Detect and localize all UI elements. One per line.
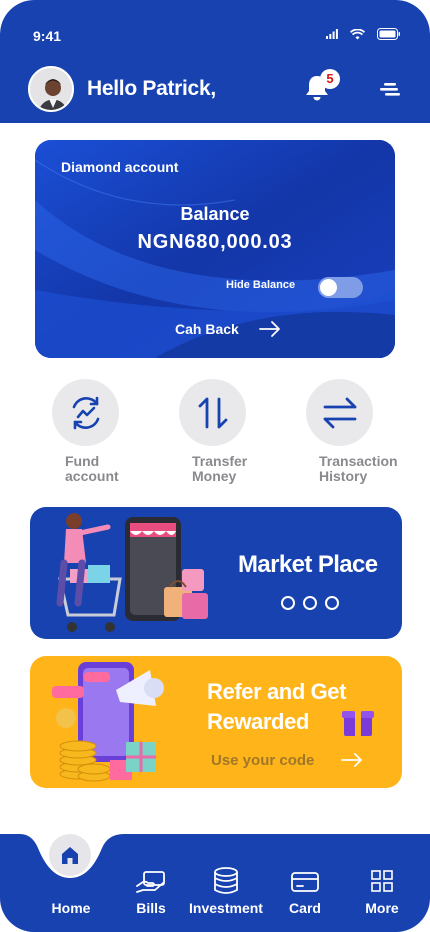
- battery-icon: [377, 28, 400, 40]
- grid-icon: [371, 870, 393, 892]
- balance-label: Balance: [180, 204, 250, 224]
- refer-title: Refer and Get Rewarded: [207, 677, 346, 737]
- fund-account-action[interactable]: Fund account: [52, 379, 162, 484]
- transaction-history-action[interactable]: Transaction History: [306, 379, 416, 484]
- shopping-illustration: [56, 513, 208, 632]
- notification-badge: 5: [320, 69, 340, 89]
- avatar[interactable]: [28, 66, 74, 112]
- carousel-dot[interactable]: [303, 596, 317, 610]
- action-label-line2: account: [65, 468, 119, 484]
- arrow-right-icon[interactable]: [259, 320, 281, 338]
- nav-bills-label: Bills: [136, 900, 166, 916]
- transfer-money-icon-wrap: [179, 379, 246, 446]
- action-label-line1: Transfer: [192, 453, 248, 469]
- arrow-right-icon[interactable]: [341, 752, 363, 768]
- fund-account-icon-wrap: [52, 379, 119, 446]
- greeting-text: Hello Patrick,: [87, 77, 216, 100]
- bottom-nav: Home Bills Investment Card More: [0, 834, 430, 932]
- balance-amount: NGN680,000.03: [137, 231, 293, 253]
- referral-illustration: [52, 662, 164, 782]
- use-code-link[interactable]: Use your code: [211, 752, 314, 769]
- hide-balance-toggle[interactable]: [318, 277, 363, 298]
- carousel-dot[interactable]: [325, 596, 339, 610]
- status-time: 9:41: [33, 28, 62, 44]
- credit-card-icon: [291, 872, 319, 892]
- top-header: 9:41 Hello Patrick, 5: [0, 0, 430, 123]
- hide-balance-label: Hide Balance: [226, 279, 296, 291]
- bill-hand-icon: [136, 871, 165, 893]
- carousel-dot[interactable]: [281, 596, 295, 610]
- refresh-chart-icon: [72, 396, 99, 429]
- market-place-banner[interactable]: Market Place: [30, 507, 402, 639]
- nav-card-label: Card: [289, 900, 321, 916]
- app-screen: 9:41 Hello Patrick, 5 Diamond account Ba…: [0, 0, 430, 932]
- swap-arrows-icon: [323, 397, 356, 428]
- account-type: Diamond account: [61, 159, 179, 175]
- up-down-arrows-icon: [198, 397, 227, 428]
- balance-card: Diamond account Balance NGN680,000.03 Hi…: [35, 140, 395, 358]
- refer-banner[interactable]: Refer and Get Rewarded Use your code: [30, 656, 402, 788]
- cashback-link[interactable]: Cah Back: [175, 321, 239, 337]
- nav-investment-label: Investment: [189, 900, 263, 916]
- nav-more-label: More: [365, 900, 399, 916]
- gift-icon: [342, 705, 374, 736]
- nav-home-label: Home: [51, 900, 91, 916]
- action-label-line2: Money: [192, 468, 237, 484]
- market-place-title: Market Place: [238, 551, 378, 578]
- action-label-line1: Transaction: [319, 453, 398, 469]
- carousel-dots[interactable]: [281, 596, 339, 610]
- transaction-history-label: Transaction History: [319, 454, 416, 484]
- status-icons: [326, 28, 400, 40]
- refer-title-line1: Refer and Get: [207, 679, 347, 704]
- wifi-icon: [350, 28, 365, 39]
- transaction-history-icon-wrap: [306, 379, 373, 446]
- menu-icon[interactable]: [378, 81, 402, 97]
- action-label-line1: Fund: [65, 453, 100, 469]
- refer-title-line2: Rewarded: [207, 709, 309, 734]
- action-label-line2: History: [319, 468, 368, 484]
- toggle-knob: [320, 279, 337, 296]
- user-photo-icon: [30, 68, 72, 110]
- transfer-money-action[interactable]: Transfer Money: [179, 379, 289, 484]
- coins-stack-icon: [214, 867, 238, 894]
- fund-account-label: Fund account: [65, 454, 162, 484]
- transfer-money-label: Transfer Money: [192, 454, 289, 484]
- signal-icon: [326, 29, 338, 39]
